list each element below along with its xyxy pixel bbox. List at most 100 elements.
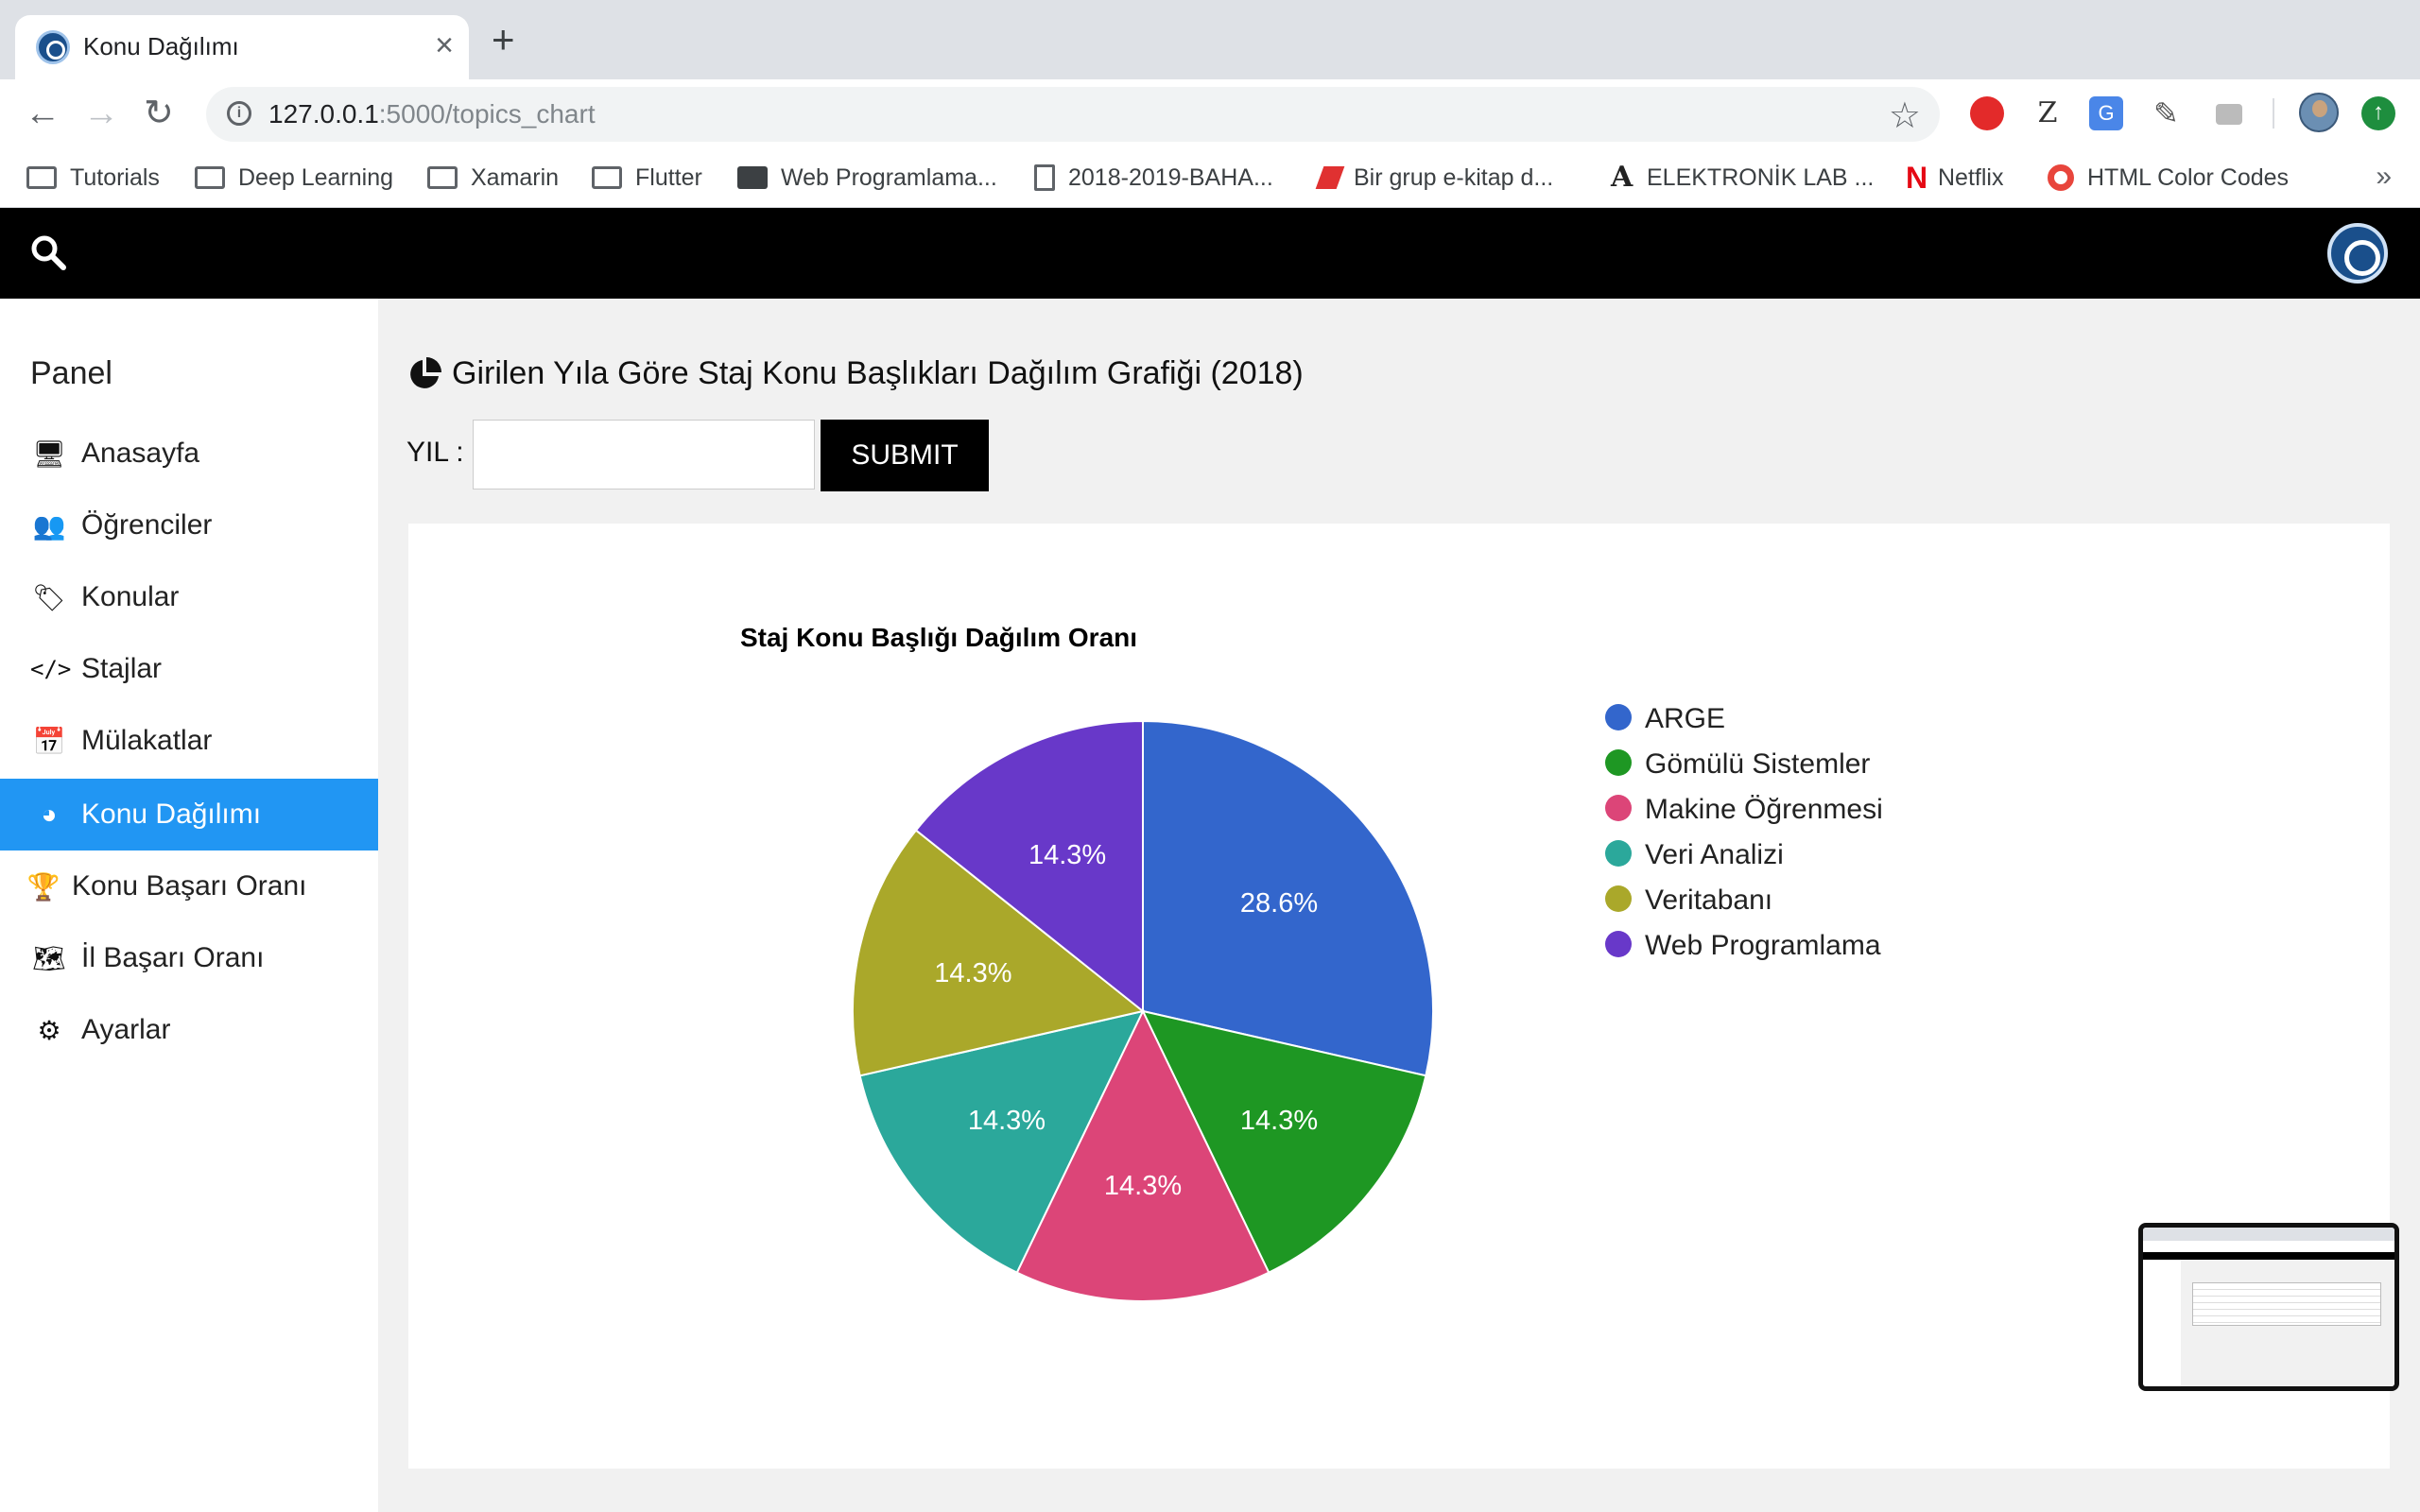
legend-label-3: Veri Analizi <box>1645 839 1784 870</box>
sidebar-item-anasayfa[interactable]: 🖥 Anasayfa <box>0 418 378 490</box>
classroom-icon <box>737 166 768 189</box>
code-icon: </> <box>30 656 72 682</box>
sidebar-item-konular[interactable]: 🏷 Konular <box>0 561 378 633</box>
legend-item-2[interactable]: Makine Öğrenmesi <box>1605 794 1883 825</box>
university-logo-icon <box>2327 223 2388 284</box>
legend-item-0[interactable]: ARGE <box>1605 703 1725 734</box>
color-wheel-icon <box>2048 164 2074 191</box>
eyedropper-extension-icon[interactable]: ✎ <box>2153 96 2187 130</box>
legend-label-2: Makine Öğrenmesi <box>1645 794 1883 825</box>
netflix-icon: N <box>1906 161 1928 195</box>
tab-title: Konu Dağılımı <box>83 32 239 60</box>
site-info-icon[interactable]: i <box>227 101 251 126</box>
letter-a-icon: A <box>1611 161 1634 194</box>
browser-tabstrip: Konu Dağılımı × + <box>0 0 2420 79</box>
bookmark-tutorials[interactable]: Tutorials <box>26 159 160 197</box>
pie-slice-label-5: 14.3% <box>1028 840 1106 870</box>
bookmark-e-kitap[interactable]: Bir grup e-kitap d... <box>1315 159 1553 197</box>
legend-item-5[interactable]: Web Programlama <box>1605 930 1881 961</box>
bookmark-star-icon[interactable]: ☆ <box>1889 94 1921 137</box>
pie-slice-label-2: 14.3% <box>1104 1171 1182 1201</box>
pie-slice-label-3: 14.3% <box>968 1106 1046 1136</box>
sidebar-item-ogrenciler[interactable]: 👥 Öğrenciler <box>0 490 378 561</box>
main-content: Girilen Yıla Göre Staj Konu Başlıkları D… <box>378 299 2420 1512</box>
sidebar-item-ayarlar[interactable]: ⚙ Ayarlar <box>0 994 378 1066</box>
browser-toolbar: ← → ↻ i 127.0.0.1:5000/topics_chart ☆ Z … <box>0 79 2420 147</box>
year-input[interactable] <box>473 420 815 490</box>
sidebar: Panel 🖥 Anasayfa 👥 Öğrenciler 🏷 Konular </>… <box>0 299 378 1512</box>
bookmark-xamarin[interactable]: Xamarin <box>427 159 559 197</box>
update-icon[interactable]: ↑ <box>2361 96 2395 130</box>
bookmark-deep-learning[interactable]: Deep Learning <box>195 159 393 197</box>
chart-title: Staj Konu Başlığı Dağılım Oranı <box>740 623 1137 652</box>
search-icon[interactable] <box>30 234 66 270</box>
legend-label-4: Veritabanı <box>1645 885 1772 916</box>
legend-swatch-3 <box>1605 840 1632 867</box>
address-bar[interactable]: i 127.0.0.1:5000/topics_chart ☆ <box>206 87 1940 142</box>
monitor-icon: 🖥 <box>32 438 66 469</box>
legend-label-1: Gömülü Sistemler <box>1645 748 1870 780</box>
legend-swatch-1 <box>1605 749 1632 776</box>
browser-tab[interactable]: Konu Dağılımı × <box>15 15 469 79</box>
z-extension-icon[interactable]: Z <box>2031 96 2065 130</box>
legend-label-0: ARGE <box>1645 703 1725 734</box>
trophy-icon: 🏆 <box>26 871 60 902</box>
reload-icon[interactable]: ↻ <box>144 94 174 132</box>
back-arrow-icon[interactable]: ← <box>25 94 60 132</box>
folder-icon <box>592 166 622 189</box>
legend-swatch-0 <box>1605 704 1632 730</box>
bookmark-netflix[interactable]: N Netflix <box>1906 159 2003 197</box>
more-bookmarks-icon[interactable]: » <box>2376 161 2392 193</box>
users-icon: 👥 <box>32 510 66 541</box>
close-tab-icon[interactable]: × <box>435 26 454 64</box>
legend-item-3[interactable]: Veri Analizi <box>1605 839 1784 870</box>
translate-extension-icon[interactable]: G <box>2089 96 2123 130</box>
new-tab-icon[interactable]: + <box>492 20 515 60</box>
camera-extension-icon[interactable] <box>2216 104 2242 125</box>
legend-swatch-4 <box>1605 885 1632 912</box>
legend-swatch-5 <box>1605 931 1632 957</box>
forward-arrow-icon[interactable]: → <box>83 94 119 132</box>
folder-icon <box>427 166 458 189</box>
gear-icon: ⚙ <box>37 1015 61 1045</box>
sidebar-item-il-basari-orani[interactable]: 🗺 İl Başarı Oranı <box>0 922 378 994</box>
pie-slice-label-4: 14.3% <box>934 958 1011 988</box>
chart-card: Staj Konu Başlığı Dağılım Oranı 28.6% 14.… <box>408 524 2390 1469</box>
legend-swatch-2 <box>1605 795 1632 821</box>
calendar-icon: 📅 <box>32 726 66 756</box>
url-text: 127.0.0.1:5000/topics_chart <box>268 99 596 129</box>
book-icon <box>1315 166 1345 189</box>
sidebar-item-stajlar[interactable]: </> Stajlar <box>0 633 378 705</box>
map-icon: 🗺 <box>32 943 66 973</box>
sidebar-title: Panel <box>30 355 112 391</box>
app-header <box>0 208 2420 299</box>
bookmark-2018-2019[interactable]: 2018-2019-BAHA... <box>1034 159 1273 197</box>
legend-label-5: Web Programlama <box>1645 930 1881 961</box>
document-icon <box>1034 164 1055 191</box>
bookmark-html-color-codes[interactable]: HTML Color Codes <box>2048 159 2289 197</box>
toolbar-divider <box>2273 98 2274 129</box>
folder-icon <box>26 166 57 189</box>
adblock-extension-icon[interactable] <box>1970 96 2004 130</box>
pie-chart: Staj Konu Başlığı Dağılım Oranı 28.6% 14.… <box>740 623 1883 1302</box>
legend-item-1[interactable]: Gömülü Sistemler <box>1605 748 1870 780</box>
pie-slice-label-1: 14.3% <box>1240 1106 1318 1136</box>
pie-chart-icon <box>410 356 441 388</box>
folder-icon <box>195 166 225 189</box>
bookmarks-bar: Tutorials Deep Learning Xamarin Flutter … <box>0 147 2420 208</box>
sidebar-item-mulakatlar[interactable]: 📅 Mülakatlar <box>0 705 378 777</box>
screenshot-thumbnail[interactable] <box>2138 1223 2399 1391</box>
sidebar-item-konu-basari-orani[interactable]: 🏆 Konu Başarı Oranı <box>0 850 378 922</box>
submit-button[interactable]: SUBMIT <box>821 420 989 491</box>
bookmark-web-programlama[interactable]: Web Programlama... <box>737 159 997 197</box>
page-title: Girilen Yıla Göre Staj Konu Başlıkları D… <box>406 355 1304 392</box>
profile-avatar[interactable] <box>2299 93 2339 132</box>
tags-icon: 🏷 <box>32 582 66 612</box>
legend-item-4[interactable]: Veritabanı <box>1605 885 1772 916</box>
bookmark-flutter[interactable]: Flutter <box>592 159 702 197</box>
sidebar-item-konu-dagilimi[interactable]: ◕ Konu Dağılımı <box>0 779 378 850</box>
bookmark-elektronik-lab[interactable]: A ELEKTRONİK LAB ... <box>1611 159 1874 197</box>
pie-slice-label-0: 28.6% <box>1240 888 1318 919</box>
year-label: YIL : <box>406 437 464 468</box>
site-favicon-icon <box>36 30 70 64</box>
